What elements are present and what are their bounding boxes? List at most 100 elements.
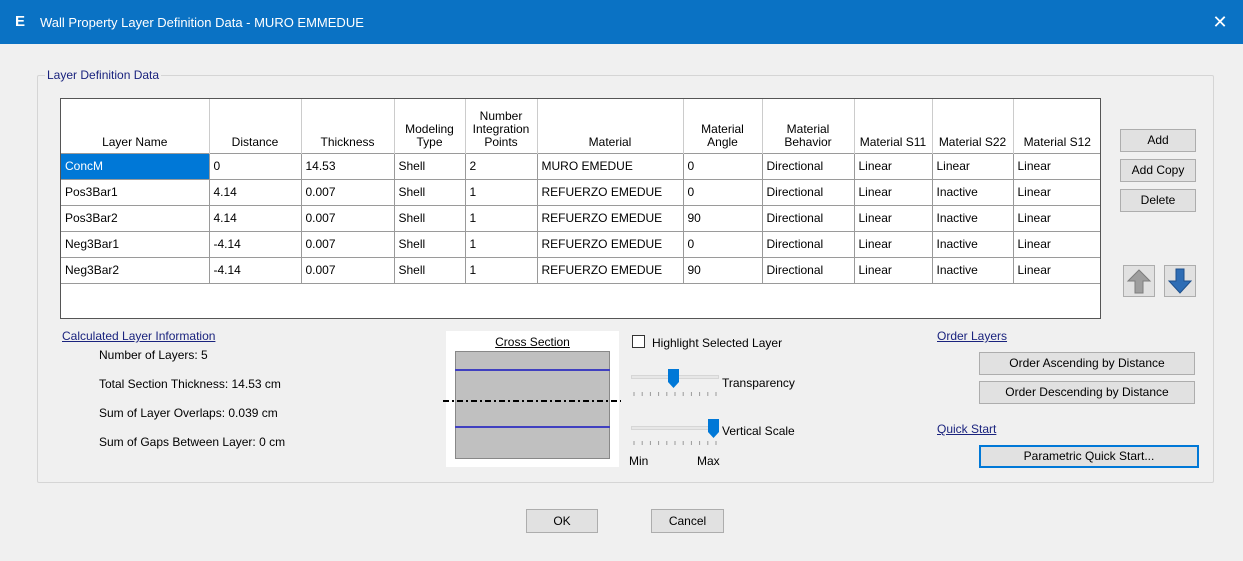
table-cell[interactable]: 4.14: [209, 179, 302, 206]
move-layer-down-button[interactable]: [1164, 265, 1196, 297]
column-header: Material S12: [1013, 99, 1100, 153]
table-cell[interactable]: MURO EMEDUE: [537, 152, 684, 180]
table-cell[interactable]: Linear: [854, 152, 933, 180]
table-cell[interactable]: 0: [683, 231, 763, 258]
table-cell[interactable]: 0.007: [301, 257, 395, 284]
table-cell[interactable]: 0: [683, 152, 763, 180]
table-cell[interactable]: REFUERZO EMEDUE: [537, 231, 684, 258]
table-cell[interactable]: Shell: [394, 152, 466, 180]
table-cell[interactable]: REFUERZO EMEDUE: [537, 257, 684, 284]
order-descending-button[interactable]: Order Descending by Distance: [979, 381, 1195, 404]
table-cell[interactable]: Pos3Bar1: [61, 179, 210, 206]
table-cell[interactable]: Neg3Bar1: [61, 231, 210, 258]
table-cell[interactable]: Shell: [394, 257, 466, 284]
layer-definition-legend: Layer Definition Data: [45, 68, 162, 82]
table-header-row: Layer Name Distance Thickness Modeling Type…: [61, 99, 1100, 153]
arrow-down-icon: [1167, 268, 1193, 294]
table-cell[interactable]: Directional: [762, 205, 855, 232]
table-cell[interactable]: 0.007: [301, 205, 395, 232]
vertical-scale-label: Vertical Scale: [722, 424, 795, 438]
parametric-quick-start-button[interactable]: Parametric Quick Start...: [979, 445, 1199, 468]
table-cell[interactable]: Linear: [854, 257, 933, 284]
table-cell[interactable]: Inactive: [932, 205, 1014, 232]
table-cell[interactable]: -4.14: [209, 257, 302, 284]
vertical-scale-slider-thumb[interactable]: [708, 419, 719, 438]
table-cell[interactable]: Pos3Bar2: [61, 205, 210, 232]
column-header: Material Angle: [683, 99, 763, 153]
window-title: Wall Property Layer Definition Data - MU…: [40, 15, 364, 30]
table-row[interactable]: Neg3Bar1 -4.14 0.007 Shell 1 REFUERZO EMEDUE 0…: [61, 231, 1100, 258]
cross-section-drawing: [455, 369, 610, 428]
table-cell[interactable]: Linear: [854, 205, 933, 232]
close-button[interactable]: ✕: [1197, 0, 1243, 44]
transparency-slider-thumb[interactable]: [668, 369, 680, 388]
highlight-layer-label: Highlight Selected Layer: [652, 336, 783, 350]
table-cell[interactable]: Linear: [1013, 179, 1100, 206]
move-layer-up-button[interactable]: [1123, 265, 1155, 297]
column-header: Material S11: [854, 99, 933, 153]
table-cell[interactable]: Linear: [854, 179, 933, 206]
table-cell[interactable]: 1: [465, 205, 538, 232]
ok-button[interactable]: OK: [526, 509, 598, 533]
table-cell[interactable]: Neg3Bar2: [61, 257, 210, 284]
column-header: Modeling Type: [394, 99, 466, 153]
table-cell[interactable]: Directional: [762, 179, 855, 206]
table-cell[interactable]: Linear: [1013, 231, 1100, 258]
table-cell[interactable]: 90: [683, 205, 763, 232]
title-bar: E Wall Property Layer Definition Data - …: [0, 0, 1243, 44]
table-cell[interactable]: 0: [209, 152, 302, 180]
column-header: Distance: [209, 99, 302, 153]
table-row[interactable]: Pos3Bar1 4.14 0.007 Shell 1 REFUERZO EMEDUE 0 D…: [61, 179, 1100, 206]
table-row[interactable]: Neg3Bar2 -4.14 0.007 Shell 1 REFUERZO EMEDUE 9…: [61, 257, 1100, 284]
column-header: Number Integration Points: [465, 99, 538, 153]
table-cell[interactable]: Directional: [762, 152, 855, 180]
cross-section-title: Cross Section: [495, 335, 570, 349]
cross-section-shape: [455, 351, 610, 459]
table-cell[interactable]: Inactive: [932, 257, 1014, 284]
table-cell[interactable]: 4.14: [209, 205, 302, 232]
table-cell[interactable]: Linear: [1013, 152, 1100, 180]
table-cell[interactable]: 90: [683, 257, 763, 284]
table-cell[interactable]: 1: [465, 257, 538, 284]
vertical-scale-slider-track[interactable]: [631, 426, 719, 430]
table-cell[interactable]: Shell: [394, 179, 466, 206]
table-cell[interactable]: -4.14: [209, 231, 302, 258]
table-cell[interactable]: 14.53: [301, 152, 395, 180]
order-ascending-button[interactable]: Order Ascending by Distance: [979, 352, 1195, 375]
table-cell[interactable]: 1: [465, 179, 538, 206]
table-cell[interactable]: Directional: [762, 231, 855, 258]
table-row[interactable]: ConcM 0 14.53 Shell 2 MURO EMEDUE 0 Directional…: [61, 152, 1100, 180]
table-cell[interactable]: Linear: [932, 152, 1014, 180]
table-cell[interactable]: Linear: [854, 231, 933, 258]
delete-button[interactable]: Delete: [1120, 189, 1196, 212]
sum-of-gaps: Sum of Gaps Between Layer: 0 cm: [99, 435, 286, 449]
add-copy-button[interactable]: Add Copy: [1120, 159, 1196, 182]
table-cell[interactable]: 2: [465, 152, 538, 180]
column-header: Thickness: [301, 99, 395, 153]
cancel-button[interactable]: Cancel: [651, 509, 724, 533]
table-cell[interactable]: Shell: [394, 205, 466, 232]
column-header: Material: [537, 99, 684, 153]
table-cell[interactable]: Shell: [394, 231, 466, 258]
table-cell[interactable]: Linear: [1013, 205, 1100, 232]
layer-table[interactable]: Layer Name Distance Thickness Modeling Type…: [60, 98, 1101, 319]
table-cell[interactable]: Inactive: [932, 231, 1014, 258]
table-cell[interactable]: REFUERZO EMEDUE: [537, 179, 684, 206]
table-row[interactable]: Pos3Bar2 4.14 0.007 Shell 1 REFUERZO EMEDUE 90…: [61, 205, 1100, 232]
table-cell[interactable]: 0: [683, 179, 763, 206]
slider-max-label: Max: [697, 454, 720, 468]
table-cell[interactable]: Directional: [762, 257, 855, 284]
table-cell[interactable]: 1: [465, 231, 538, 258]
transparency-ticks: [633, 392, 717, 396]
etabs-app-icon: E: [14, 13, 25, 30]
table-cell[interactable]: 0.007: [301, 179, 395, 206]
table-cell[interactable]: Inactive: [932, 179, 1014, 206]
table-cell[interactable]: Linear: [1013, 257, 1100, 284]
column-header: Material Behavior: [762, 99, 855, 153]
table-cell[interactable]: 0.007: [301, 231, 395, 258]
table-cell[interactable]: REFUERZO EMEDUE: [537, 205, 684, 232]
add-button[interactable]: Add: [1120, 129, 1196, 152]
highlight-layer-checkbox[interactable]: [632, 335, 645, 348]
center-axis-line: [443, 400, 621, 402]
table-cell[interactable]: ConcM: [61, 152, 210, 180]
